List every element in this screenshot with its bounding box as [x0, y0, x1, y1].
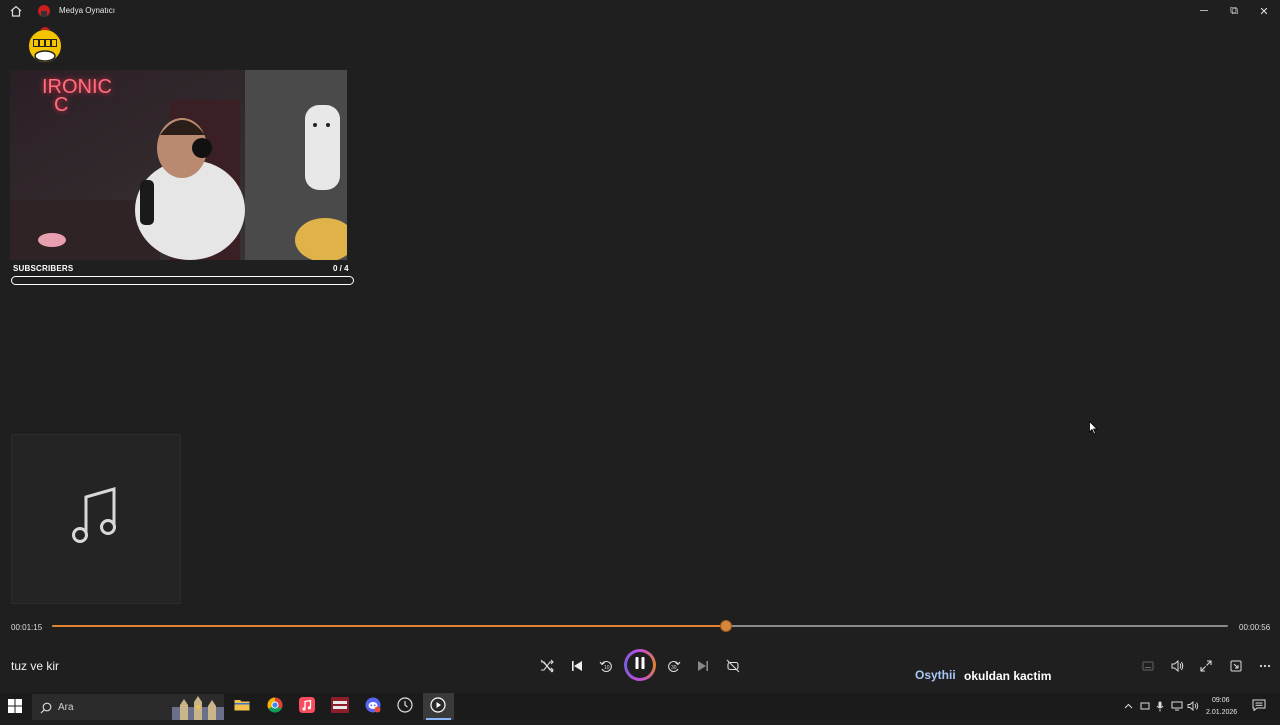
media-player-icon — [430, 696, 446, 718]
seek-thumb[interactable] — [720, 621, 731, 631]
more-button[interactable] — [1255, 656, 1275, 676]
skip-next-icon — [697, 660, 709, 672]
track-title: tuz ve kir — [11, 659, 60, 673]
music-app-button[interactable] — [293, 695, 321, 719]
microphone-icon[interactable] — [1156, 701, 1164, 714]
file-explorer-button[interactable] — [228, 695, 256, 719]
mascot-logo-icon — [22, 26, 68, 66]
subtitles-button[interactable] — [1138, 656, 1158, 676]
taskbar-clock-date[interactable]: 2.01.2026 — [1206, 709, 1237, 716]
speaker-icon[interactable] — [1187, 701, 1199, 713]
pause-button[interactable] — [624, 649, 656, 681]
seek-bar-fill — [52, 625, 726, 627]
mouse-cursor-icon — [1089, 420, 1098, 440]
chrome-button[interactable] — [261, 695, 289, 719]
taskbar-clock-time[interactable]: 09:06 — [1212, 697, 1230, 704]
minimize-button[interactable]: ─ — [1189, 2, 1219, 20]
time-remaining: 00:00:56 — [1239, 623, 1271, 632]
network-icon[interactable] — [1171, 701, 1183, 713]
search-highlight-castle-icon — [172, 695, 224, 725]
volume-icon — [1171, 660, 1184, 672]
pause-icon — [634, 656, 646, 675]
next-button[interactable] — [693, 656, 713, 676]
window-title: Medya Oynatıcı — [59, 6, 116, 15]
fullscreen-button[interactable] — [1196, 656, 1216, 676]
clock-app-button[interactable] — [391, 695, 419, 719]
svg-text:30: 30 — [671, 665, 677, 671]
file-explorer-icon — [234, 698, 250, 716]
discord-button[interactable] — [359, 695, 387, 719]
neon-sign-line-2: ONIC — [62, 76, 112, 98]
close-button[interactable]: ✕ — [1249, 2, 1279, 20]
music-icon — [299, 696, 315, 718]
rewind-10-icon: 10 — [599, 659, 613, 673]
subscribers-count: 0 / 4 — [333, 264, 349, 273]
device-icon[interactable] — [1140, 701, 1150, 713]
notification-icon[interactable] — [1252, 699, 1266, 713]
webcam-feed: IRONIC C — [10, 70, 347, 260]
miniplayer-button[interactable] — [1226, 656, 1246, 676]
previous-button[interactable] — [567, 656, 587, 676]
time-elapsed: 00:01:15 — [11, 623, 43, 632]
app-avatar-icon — [36, 3, 52, 19]
rewind-10-button[interactable]: 10 — [596, 656, 616, 676]
repeat-off-icon — [726, 659, 740, 673]
subtitles-icon — [1142, 661, 1154, 671]
maximize-button[interactable]: ⧉ — [1219, 2, 1249, 20]
media-player-app[interactable] — [424, 695, 452, 719]
volume-button[interactable] — [1167, 656, 1187, 676]
search-placeholder: Ara — [58, 701, 74, 713]
chat-username: Osythii — [915, 668, 956, 682]
seek-bar[interactable] — [52, 625, 1228, 627]
chrome-icon — [267, 697, 283, 718]
windows-logo-icon — [8, 699, 22, 717]
chevron-up-icon[interactable] — [1124, 701, 1133, 711]
home-icon[interactable] — [9, 4, 23, 18]
music-note-icon — [66, 485, 126, 554]
neon-sign-line-3: C — [54, 94, 69, 116]
discord-icon — [365, 697, 381, 718]
repeat-button[interactable] — [723, 656, 743, 676]
title-bar — [0, 0, 1280, 22]
pause-button-inner — [627, 652, 653, 678]
forward-30-icon: 30 — [667, 659, 681, 673]
neon-sign: IRONIC C — [42, 76, 112, 116]
search-icon — [40, 701, 52, 719]
shuffle-button[interactable] — [537, 656, 557, 676]
clock-app-icon — [397, 696, 413, 718]
taskbar-search-box[interactable]: Ara — [32, 694, 224, 720]
voicemeeter-icon — [331, 696, 349, 718]
svg-text:10: 10 — [604, 665, 610, 671]
fullscreen-icon — [1200, 660, 1212, 672]
subscribers-progress-bar — [11, 276, 354, 285]
shuffle-icon — [540, 659, 554, 673]
windows-start-button[interactable] — [8, 699, 22, 718]
more-icon — [1259, 664, 1271, 668]
forward-30-button[interactable]: 30 — [664, 656, 684, 676]
voicemeeter-button[interactable] — [326, 695, 354, 719]
album-art[interactable] — [11, 434, 181, 604]
chat-message: okuldan kactim — [964, 669, 1052, 683]
subscribers-label: SUBSCRIBERS — [13, 264, 74, 273]
skip-previous-icon — [571, 660, 583, 672]
miniplayer-icon — [1230, 660, 1242, 672]
